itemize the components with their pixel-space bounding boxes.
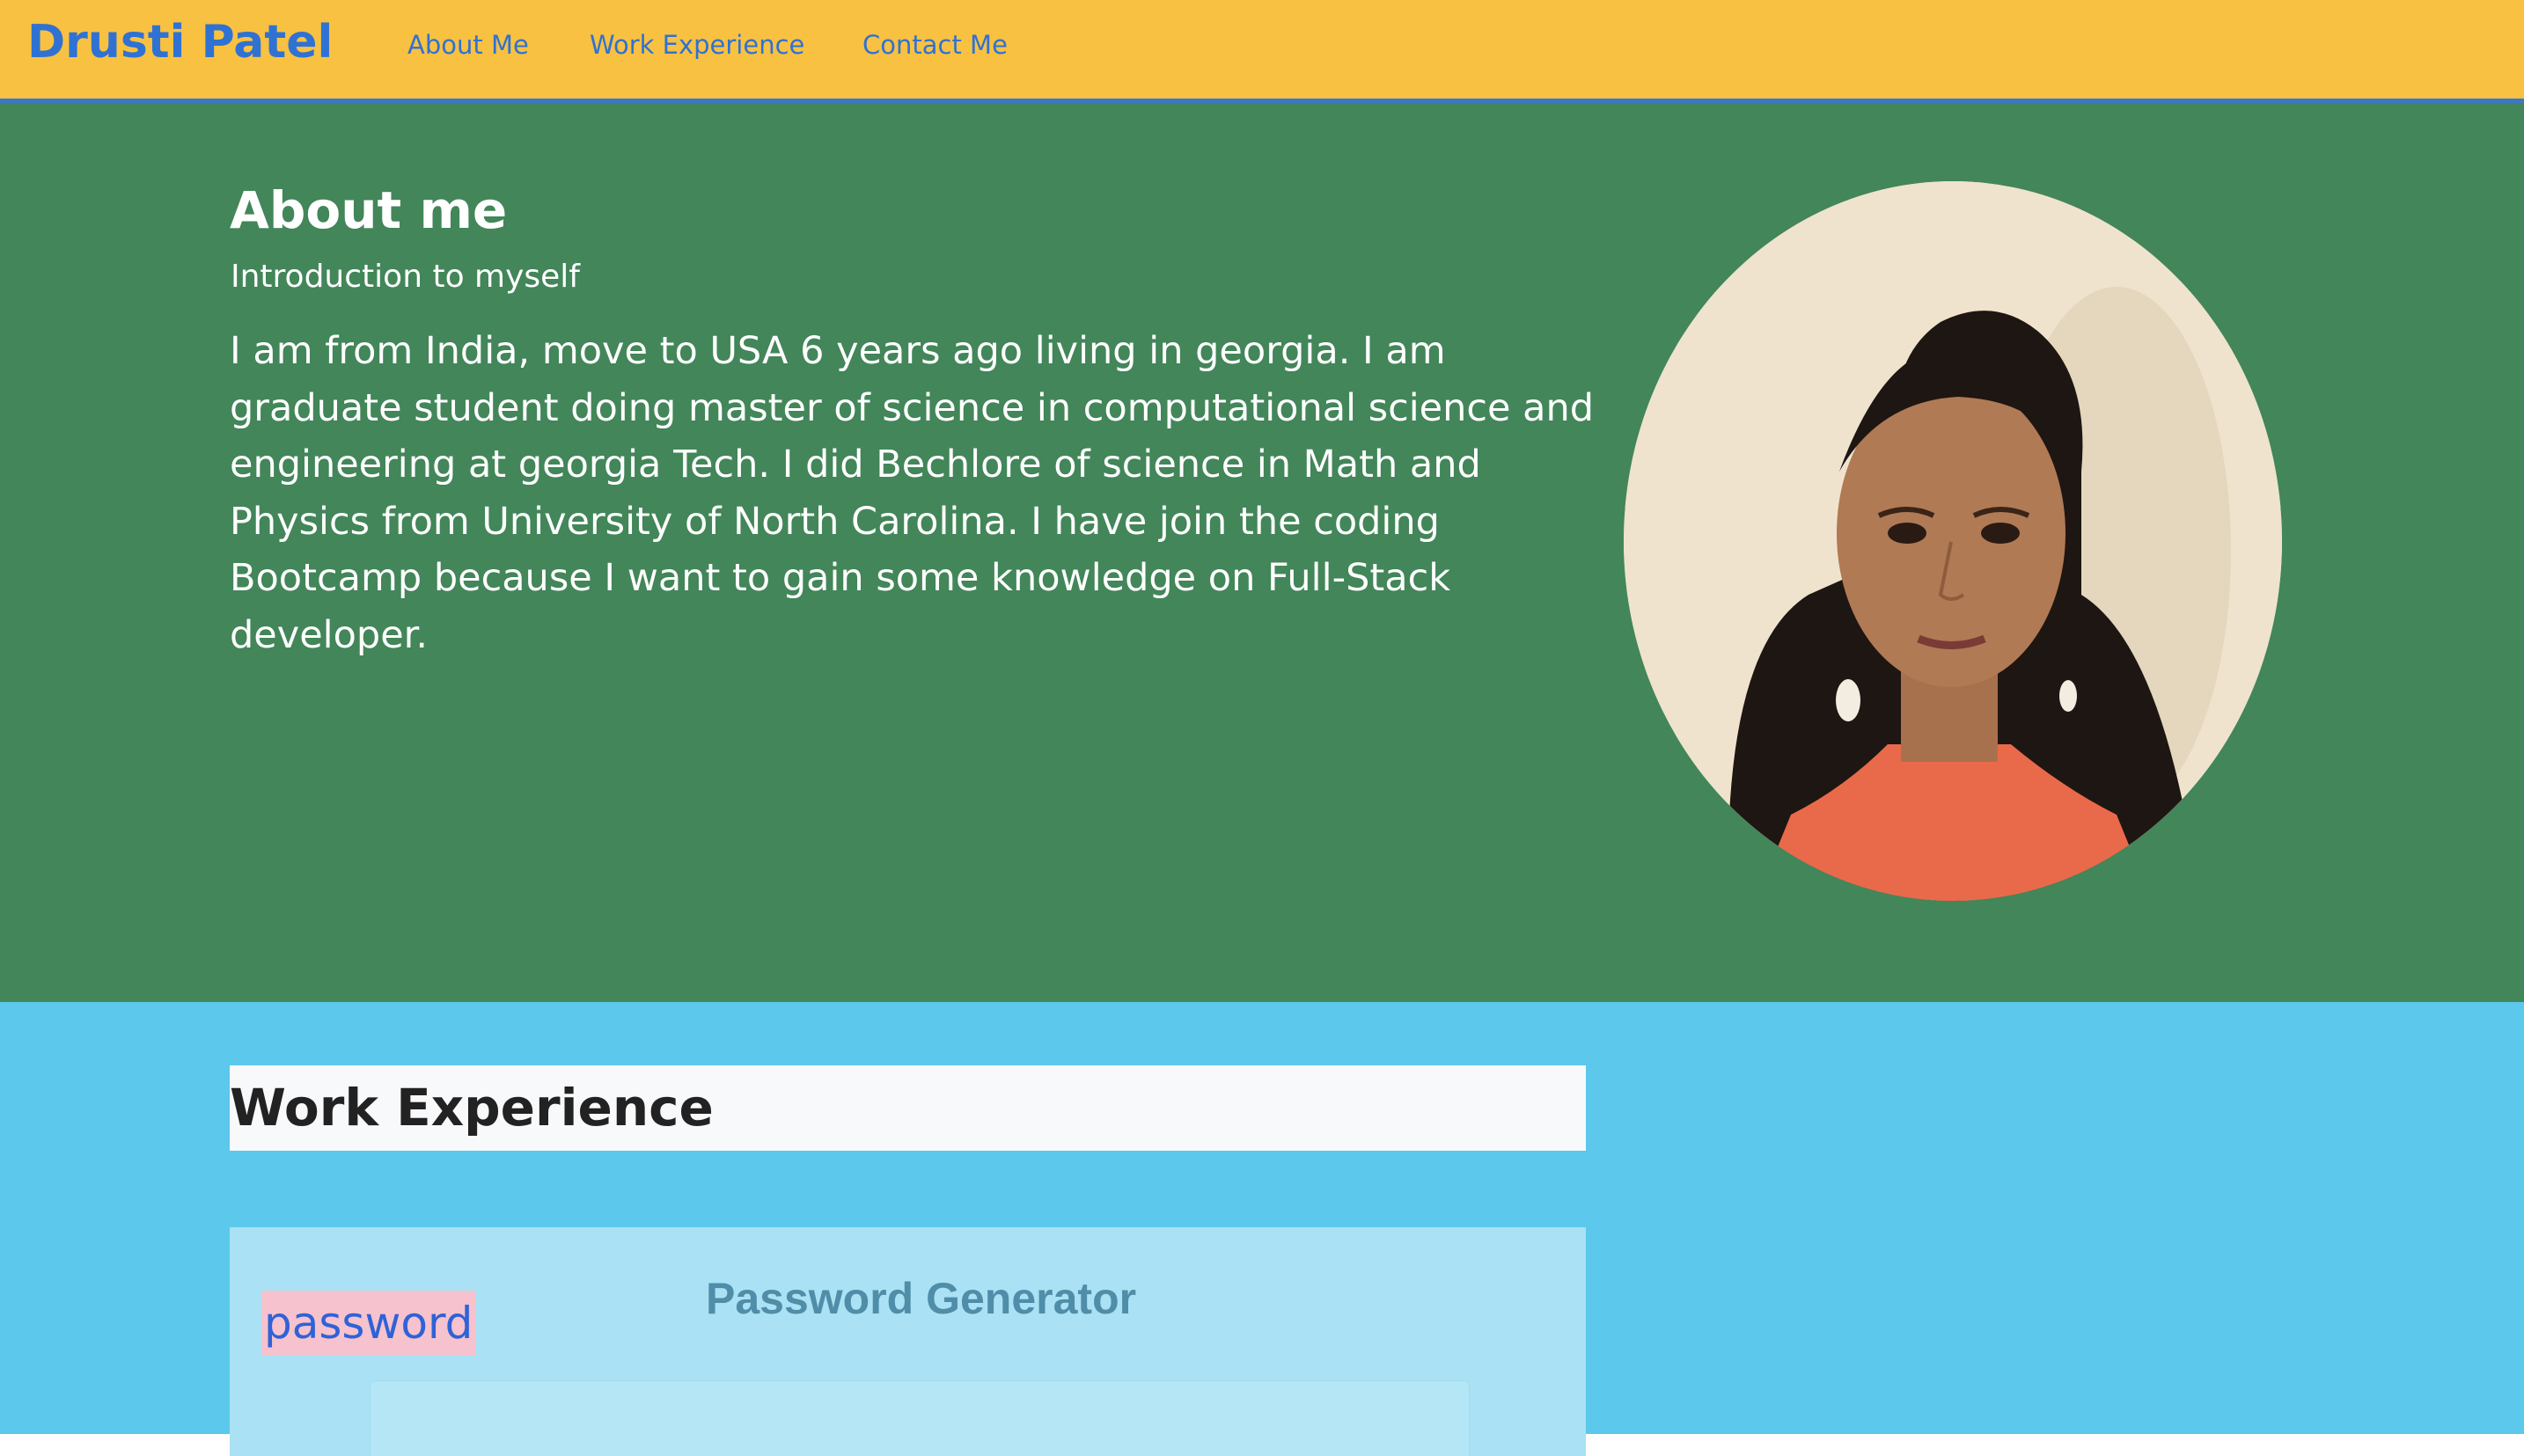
nav-link-about-me[interactable]: About Me [407, 30, 529, 60]
about-body: I am from India, move to USA 6 years ago… [230, 329, 1595, 657]
project-label[interactable]: password [261, 1291, 476, 1356]
about-section: About me Introduction to myself I am fro… [0, 103, 2524, 1002]
navbar: Drusti Patel About Me Work Experience Co… [0, 0, 2524, 103]
nav-link-work-experience[interactable]: Work Experience [590, 30, 804, 60]
project-card-password[interactable]: password Password Generator [230, 1227, 1586, 1456]
work-experience-section: Work Experience password Password Genera… [0, 1002, 2524, 1456]
work-header: Work Experience [230, 1065, 1586, 1151]
project-screenshot-panel [370, 1380, 1470, 1456]
about-subtitle: Introduction to myself [231, 259, 580, 295]
brand-name[interactable]: Drusti Patel [27, 16, 333, 69]
nav-link-contact-me[interactable]: Contact Me [862, 30, 1008, 60]
project-screenshot-heading: Password Generator [706, 1274, 1137, 1323]
profile-photo [1624, 181, 2282, 901]
work-title: Work Experience [230, 1078, 714, 1138]
about-title: About me [230, 180, 508, 240]
